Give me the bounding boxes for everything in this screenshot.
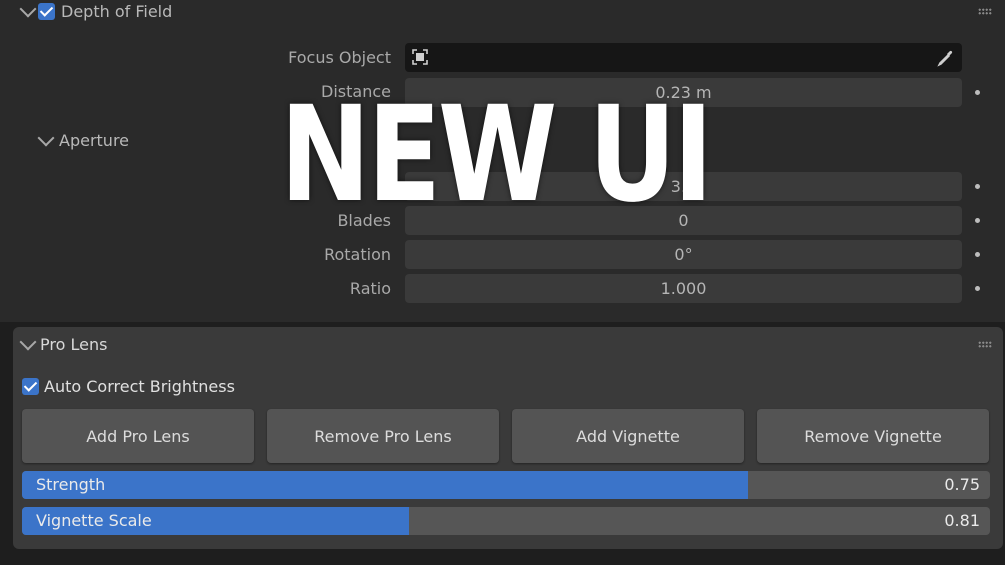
strength-label: Strength	[36, 475, 106, 494]
focus-object-label: Focus Object	[288, 48, 391, 67]
add-pro-lens-button[interactable]: Add Pro Lens	[22, 409, 254, 463]
pro-lens-header-label: Pro Lens	[40, 335, 108, 354]
remove-vignette-button[interactable]: Remove Vignette	[757, 409, 989, 463]
add-vignette-button[interactable]: Add Vignette	[512, 409, 744, 463]
vignette-scale-slider[interactable]: Vignette Scale 0.81	[22, 507, 990, 535]
object-icon	[411, 48, 429, 66]
strength-slider[interactable]: Strength 0.75	[22, 471, 990, 499]
aperture-header-label: Aperture	[59, 131, 130, 150]
animate-dot-icon[interactable]	[975, 252, 980, 257]
dof-header-label: Depth of Field	[61, 2, 173, 21]
focus-object-field[interactable]	[405, 43, 962, 72]
vignette-scale-label: Vignette Scale	[36, 511, 152, 530]
animate-dot-icon[interactable]	[975, 184, 980, 189]
rotation-field[interactable]: 0°	[405, 240, 962, 269]
eyedropper-icon[interactable]	[936, 48, 956, 68]
auto-correct-brightness-checkbox[interactable]	[22, 378, 39, 395]
animate-dot-icon[interactable]	[975, 286, 980, 291]
auto-correct-brightness-label: Auto Correct Brightness	[44, 377, 235, 396]
drag-handle-icon[interactable]	[978, 8, 992, 15]
dof-enable-checkbox[interactable]	[38, 3, 55, 20]
animate-dot-icon[interactable]	[975, 90, 980, 95]
overlay-title: NEW UI	[279, 78, 713, 232]
animate-dot-icon[interactable]	[975, 218, 980, 223]
vignette-scale-value: 0.81	[944, 511, 980, 530]
remove-pro-lens-button[interactable]: Remove Pro Lens	[267, 409, 499, 463]
strength-value: 0.75	[944, 475, 980, 494]
strength-fill	[22, 471, 748, 499]
drag-handle-icon[interactable]	[978, 341, 992, 348]
ratio-field[interactable]: 1.000	[405, 274, 962, 303]
ratio-label: Ratio	[349, 279, 391, 298]
rotation-label: Rotation	[324, 245, 391, 264]
